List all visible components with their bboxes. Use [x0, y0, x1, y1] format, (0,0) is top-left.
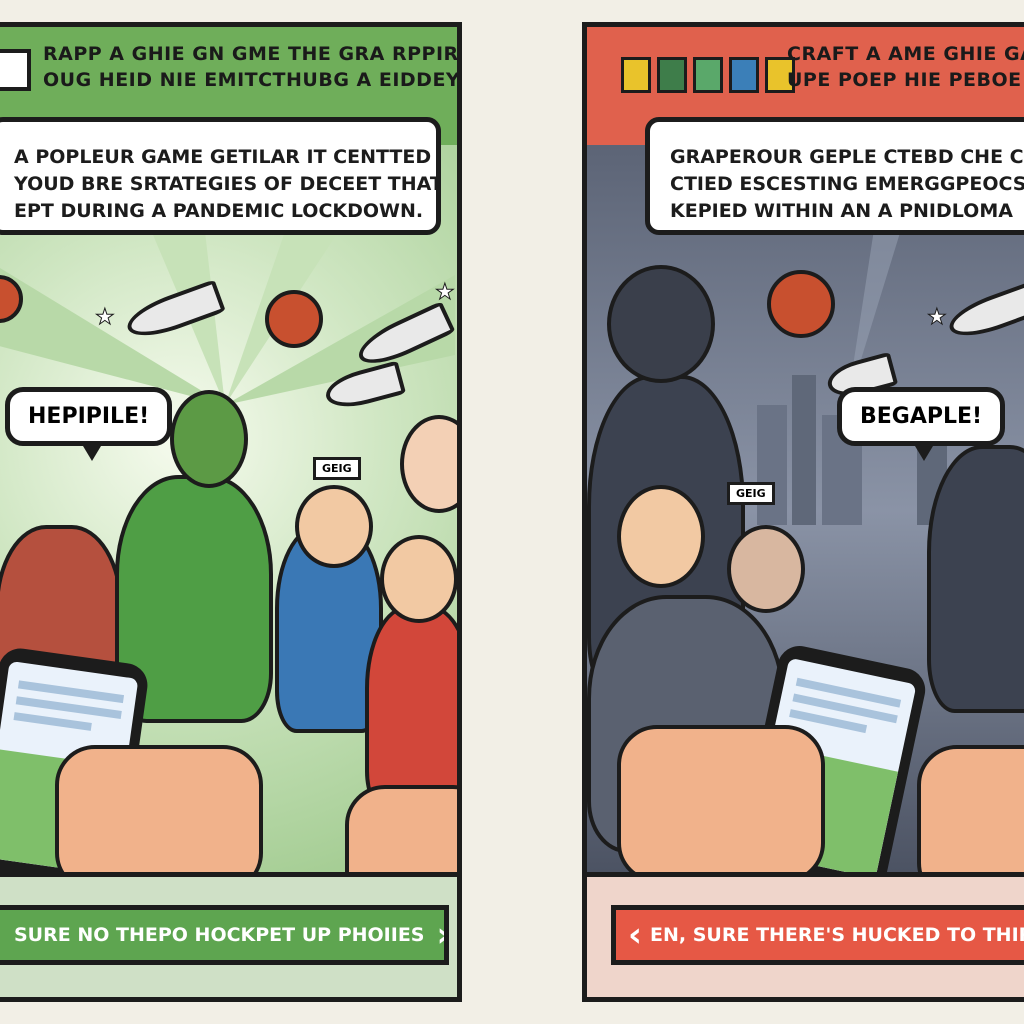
left-caption-line2: YOUD BRE SRTATEGIES OF DECEET THAT [14, 173, 441, 195]
person-head [617, 485, 705, 588]
right-banner-line1: CRAFT A AME GHIE GAME [787, 43, 1024, 65]
star-icon: ★ [95, 305, 116, 331]
right-caption-line3: KEPIED WITHIN AN A PNIDLOMA [670, 200, 1013, 222]
left-caption-line1: A POPLEUR GAME GETILAR IT CENTTED [14, 146, 432, 168]
right-footer: ‹ EN, SURE THERE'S HUCKED TO THIR [587, 872, 1024, 997]
left-banner-line2: OUG HEID NIE EMITCTHUBG A EIDDEY GAMES. [43, 69, 461, 91]
swatch-icon [621, 57, 651, 93]
hand-icon [917, 745, 1024, 877]
left-comic-panel: RAPP A GHIE GN GME THE GRA RPPIRC N OUG … [0, 22, 462, 1002]
right-scene-illustration: ★ [587, 145, 1024, 877]
left-banner-title: RAPP A GHIE GN GME THE GRA RPPIRC N OUG … [43, 41, 462, 93]
left-caption-line3: EPT DURING A PANDEMIC LOCKDOWN. [14, 200, 424, 222]
gas-mask-head [607, 265, 715, 383]
person-head [295, 485, 373, 568]
right-caption-line1: GRAPEROUR GEPLE CTEBD CHE CR [670, 146, 1024, 168]
crowd-person [365, 605, 457, 813]
gas-mask-head [170, 390, 248, 488]
person-head [727, 525, 805, 613]
right-speech-bubble: BEGAPLE! [837, 387, 1006, 461]
left-sign: GEIG [313, 457, 361, 480]
left-scene-illustration: ★ ★ [0, 145, 457, 877]
chevron-right-icon: › [437, 915, 445, 955]
virus-icon [767, 270, 835, 338]
person-head [380, 535, 457, 623]
right-banner-line2: UPE POEP HIE PEBOE GA [787, 69, 1024, 91]
left-caption-box: A POPLEUR GAME GETILAR IT CENTTED YOUD B… [0, 117, 441, 235]
chevron-left-icon: ‹ [628, 915, 643, 955]
swatch-icon [693, 57, 723, 93]
swatch-icon [729, 57, 759, 93]
right-cta-label: EN, SURE THERE'S HUCKED TO THIR [650, 924, 1024, 946]
right-comic-panel: CRAFT A AME GHIE GAME UPE POEP HIE PEBOE… [582, 22, 1024, 1002]
left-speech-bubble: HEPIPILE! [5, 387, 173, 461]
right-caption-box: GRAPEROUR GEPLE CTEBD CHE CR CTIED ESCES… [645, 117, 1024, 235]
right-sign: GEIG [727, 482, 775, 505]
color-swatches [621, 57, 795, 93]
swatch-icon [657, 57, 687, 93]
flag-icon [0, 49, 31, 91]
left-cta-button[interactable]: SURE NO THEPO HOCKPET UP PHOIIES › [0, 905, 449, 965]
right-cta-button[interactable]: ‹ EN, SURE THERE'S HUCKED TO THIR [611, 905, 1024, 965]
hand-icon [55, 745, 263, 877]
left-cta-label: SURE NO THEPO HOCKPET UP PHOIIES [14, 924, 425, 946]
left-banner-line1: RAPP A GHIE GN GME THE GRA RPPIRC N [43, 43, 462, 65]
hand-icon [617, 725, 825, 877]
hand-icon [345, 785, 457, 877]
right-caption-line2: CTIED ESCESTING EMERGGPEOCS GAT [670, 173, 1024, 195]
crowd-person [927, 445, 1024, 713]
star-icon: ★ [927, 305, 948, 331]
virus-icon [265, 290, 323, 348]
right-banner-title: CRAFT A AME GHIE GAME UPE POEP HIE PEBOE… [787, 41, 1024, 93]
left-footer: SURE NO THEPO HOCKPET UP PHOIIES › [0, 872, 457, 997]
star-icon: ★ [435, 280, 456, 306]
